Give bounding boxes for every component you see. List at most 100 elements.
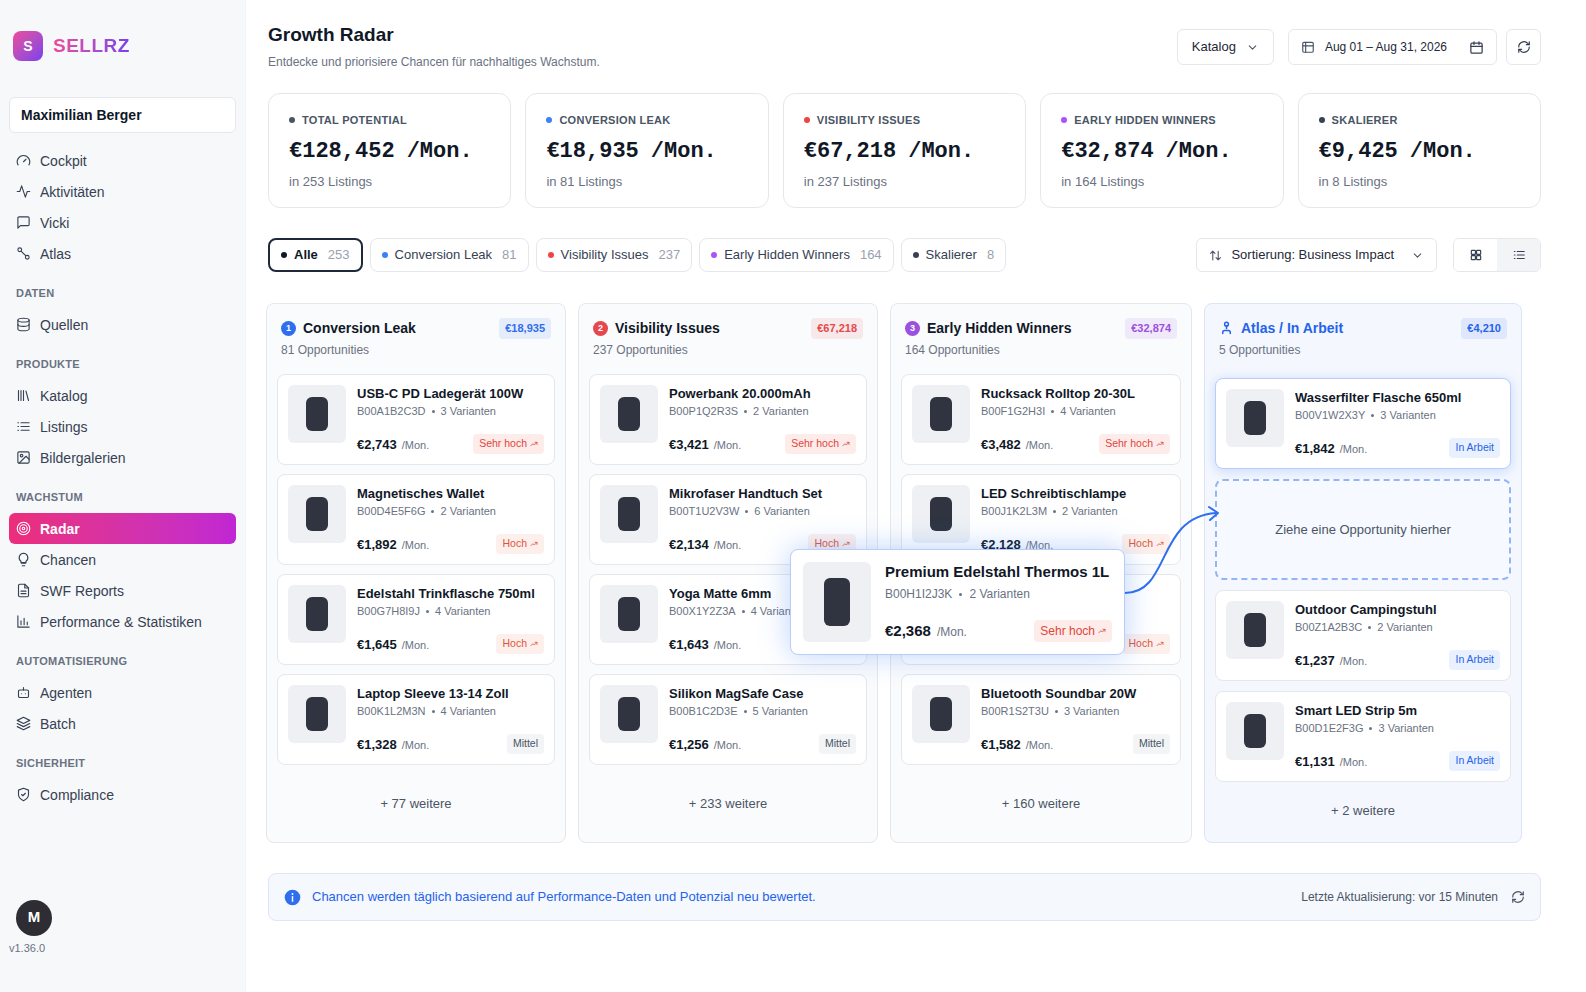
drop-zone[interactable]: Ziehe eine Opportunity hierher [1215, 479, 1511, 580]
opportunity-card[interactable]: USB-C PD Ladegerät 100WB00A1B2C3D3 Varia… [277, 374, 555, 465]
sidebar-item[interactable]: Atlas [9, 238, 236, 269]
column-title-row: 2Visibility Issues€67,218 [593, 318, 863, 339]
filter-pill[interactable]: Skalierer 8 [901, 238, 1007, 272]
sidebar-item[interactable]: Radar [9, 513, 236, 544]
refresh-button[interactable] [1506, 29, 1541, 65]
sidebar-label[interactable]: Bildergalerien [40, 449, 126, 467]
refresh-icon [1511, 890, 1525, 904]
sidebar-item[interactable]: Vicki [9, 207, 236, 238]
filter-label[interactable]: Conversion Leak [395, 245, 493, 265]
product-meta: B00G7H8I9J4 Varianten [357, 604, 544, 618]
filter-pill[interactable]: Visibility Issues237 [536, 238, 693, 272]
sidebar-label[interactable]: Vicki [40, 214, 69, 232]
sidebar-label[interactable]: Performance & Statistiken [40, 613, 202, 631]
filter-count: 8 [987, 245, 994, 265]
column-title-row: Atlas / In Arbeit€4,210 [1219, 318, 1507, 339]
sidebar-item[interactable]: Compliance [9, 779, 236, 810]
badge-label: Mittel [513, 736, 538, 752]
sidebar-label[interactable]: Atlas [40, 245, 71, 263]
more-link[interactable]: + 233 weitere [589, 765, 867, 841]
avatar[interactable]: M [16, 900, 52, 936]
more-link[interactable]: + 2 weitere [1215, 782, 1511, 842]
kpi-unit: /Mon. [908, 137, 974, 167]
sidebar-item[interactable]: Batch [9, 708, 236, 739]
brand[interactable]: SSELLRZ [9, 30, 236, 62]
badge-label: Sehr hoch [791, 436, 839, 452]
sidebar-label[interactable]: Chancen [40, 551, 96, 569]
filter-pill[interactable]: Early Hidden Winners 164 [699, 238, 893, 272]
card-list: USB-C PD Ladegerät 100WB00A1B2C3D3 Varia… [277, 374, 555, 765]
info-message: Chancen werden täglich basierend auf Per… [284, 887, 816, 907]
opportunity-card[interactable]: Smart LED Strip 5mB00D1E2F3G3 Varianten€… [1215, 691, 1511, 782]
view-grid-button[interactable] [1454, 239, 1497, 271]
filter-label[interactable]: Alle [294, 245, 318, 265]
view-list-button[interactable] [1497, 239, 1540, 271]
sort-dropdown[interactable]: Sortierung: Business Impact [1196, 238, 1437, 272]
dragged-card[interactable]: Premium Edelstahl Thermos 1LB00H1I2J3K2 … [790, 549, 1125, 655]
sidebar-label[interactable]: Aktivitäten [40, 183, 105, 201]
column-title: 3Early Hidden Winners [905, 318, 1072, 338]
filter-pill[interactable]: Conversion Leak81 [370, 238, 529, 272]
sidebar-label[interactable]: SWF Reports [40, 582, 124, 600]
filter-pill[interactable]: Alle253 [268, 238, 363, 272]
sidebar-item[interactable]: SWF Reports [9, 575, 236, 606]
sidebar-item[interactable]: Aktivitäten [9, 176, 236, 207]
product-image [803, 562, 871, 642]
opportunity-card[interactable]: Silikon MagSafe CaseB00B1C2D3E5 Variante… [589, 674, 867, 765]
column-header: 1Conversion Leak€18,93581 Opportunities [277, 318, 555, 374]
sidebar-item[interactable]: Quellen [9, 309, 236, 340]
sidebar-item[interactable]: Bildergalerien [9, 442, 236, 473]
opportunity-card[interactable]: Magnetisches WalletB00D4E5F6G2 Varianten… [277, 474, 555, 565]
sidebar-label[interactable]: Listings [40, 418, 87, 436]
sidebar-label[interactable]: Radar [40, 520, 80, 538]
logo[interactable]: S [13, 31, 43, 61]
card-footer: €1,237/Mon.In Arbeit [1295, 650, 1500, 670]
title-block: Growth RadarEntdecke und priorisiere Cha… [268, 22, 600, 70]
opportunity-card[interactable]: Rucksack Rolltop 20-30LB00F1G2H3I4 Varia… [901, 374, 1181, 465]
user-box[interactable]: Maximilian Berger [9, 97, 236, 133]
variants: 3 Varianten [1378, 721, 1433, 735]
opportunity-card[interactable]: Powerbank 20.000mAhB00P1Q2R3S2 Varianten… [589, 374, 867, 465]
sidebar-item[interactable]: Performance & Statistiken [9, 606, 236, 637]
card-list: Wasserfilter Flasche 650mlB00V1W2X3Y3 Va… [1215, 378, 1511, 782]
sidebar-item[interactable]: Cockpit [9, 145, 236, 176]
sidebar-item[interactable]: Agenten [9, 677, 236, 708]
opportunity-card[interactable]: Bluetooth Soundbar 20WB00R1S2T3U3 Varian… [901, 674, 1181, 765]
price-unit: /Mon. [1340, 441, 1368, 458]
kpi-dot [1319, 117, 1325, 123]
filter-label[interactable]: Visibility Issues [561, 245, 649, 265]
more-link[interactable]: + 160 weitere [901, 765, 1181, 841]
catalog-dropdown[interactable]: Katalog [1177, 29, 1274, 65]
separator-dot [1368, 626, 1371, 629]
opportunity-card[interactable]: Outdoor CampingstuhlB00Z1A2B3C2 Variante… [1215, 590, 1511, 681]
filter-label[interactable]: Skalierer [926, 245, 977, 265]
column-amount: €67,218 [811, 318, 863, 339]
filter-label[interactable]: Early Hidden Winners [724, 245, 850, 265]
date-range-picker[interactable]: Aug 01 – Aug 31, 2026 [1288, 29, 1497, 65]
sidebar-label[interactable]: Quellen [40, 316, 88, 334]
column-amount: €18,935 [499, 318, 551, 339]
variants: 2 Varianten [440, 504, 495, 518]
product-image [912, 685, 970, 743]
sidebar-label[interactable]: Agenten [40, 684, 92, 702]
sidebar-label[interactable]: Batch [40, 715, 76, 733]
price-unit: /Mon. [1340, 653, 1368, 670]
more-link[interactable]: + 77 weitere [277, 765, 555, 841]
sidebar-item[interactable]: Chancen [9, 544, 236, 575]
sidebar-label[interactable]: Compliance [40, 786, 114, 804]
card-footer: €1,645/Mon.Hoch [357, 634, 544, 654]
product-shape [618, 597, 640, 632]
trend-up-icon [1156, 440, 1164, 448]
sidebar-item[interactable]: Listings [9, 411, 236, 442]
sidebar-label[interactable]: Cockpit [40, 152, 87, 170]
sidebar-label[interactable]: Katalog [40, 387, 87, 405]
user-name[interactable]: Maximilian Berger [21, 105, 224, 125]
column-title-row: 1Conversion Leak€18,935 [281, 318, 551, 339]
opportunity-card[interactable]: Wasserfilter Flasche 650mlB00V1W2X3Y3 Va… [1215, 378, 1511, 469]
sidebar-item[interactable]: Katalog [9, 380, 236, 411]
opportunity-card[interactable]: Edelstahl Trinkflasche 750mlB00G7H8I9J4 … [277, 574, 555, 665]
opportunity-card[interactable]: Laptop Sleeve 13-14 ZollB00K1L2M3N4 Vari… [277, 674, 555, 765]
trend-up-icon [530, 440, 538, 448]
filter-count: 164 [860, 245, 882, 265]
kpi-dot [546, 117, 552, 123]
